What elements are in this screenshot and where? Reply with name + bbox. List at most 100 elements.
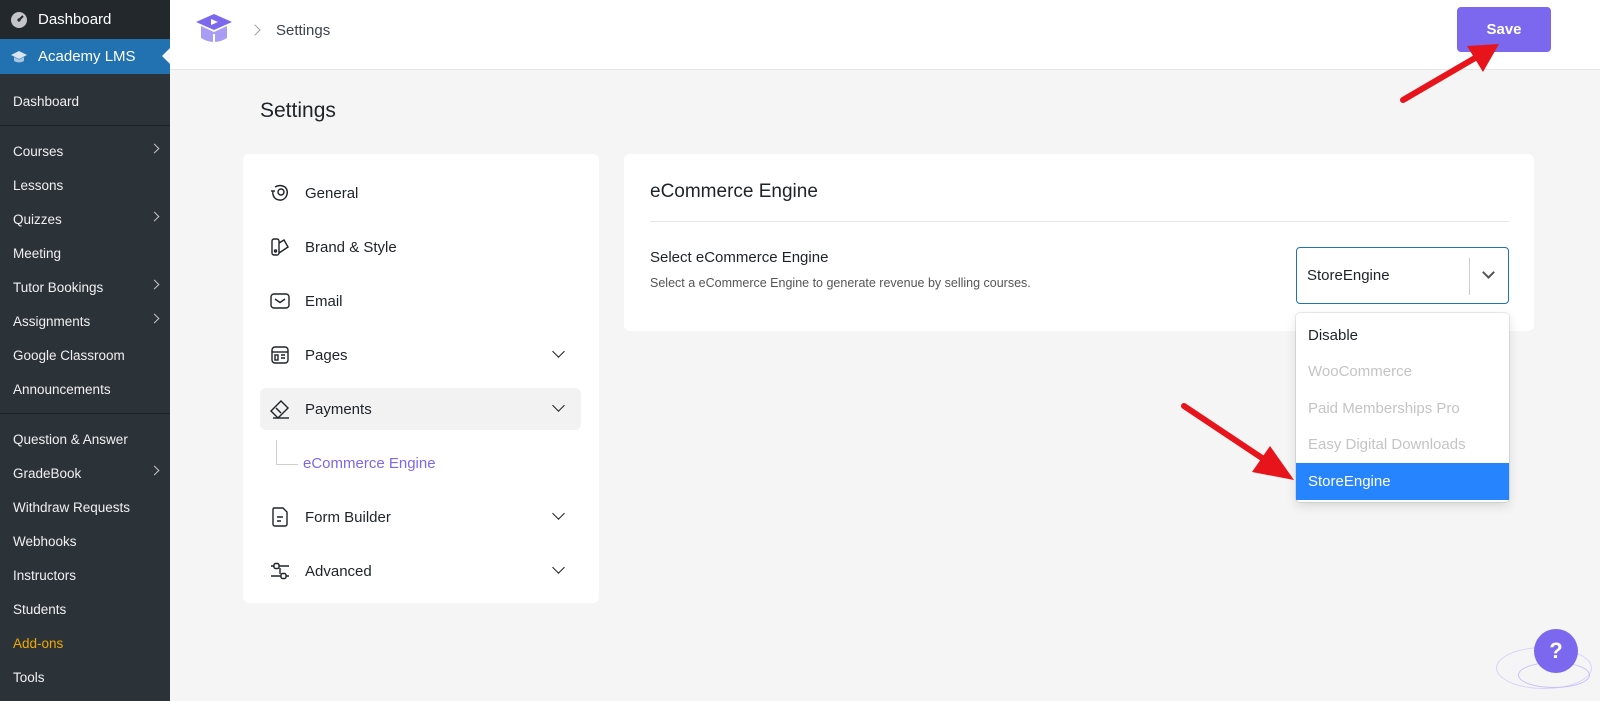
wp-submenu-label: Tools [13, 669, 45, 685]
settings-nav-email[interactable]: Email [260, 280, 581, 322]
chevron-down-icon [552, 507, 565, 520]
field-description: Select a eCommerce Engine to generate re… [650, 276, 1031, 290]
wp-submenu-label: Instructors [13, 567, 77, 583]
wp-submenu-label: Add-ons [13, 635, 64, 651]
wp-submenu-item-webhooks[interactable]: Webhooks [0, 524, 170, 558]
wp-submenu-item-tutor-bookings[interactable]: Tutor Bookings [0, 270, 170, 304]
wp-submenu-label: Withdraw Requests [13, 499, 131, 515]
select-separator [1469, 258, 1470, 295]
wp-submenu-item-gradebook[interactable]: GradeBook [0, 456, 170, 490]
wp-submenu-item-assignments[interactable]: Assignments [0, 304, 170, 338]
wp-submenu-label: Question & Answer [13, 431, 128, 447]
chevron-down-icon[interactable] [1482, 266, 1495, 279]
card-divider [650, 221, 1509, 222]
wp-submenu-label: Meeting [13, 245, 62, 261]
help-button[interactable]: ? [1534, 629, 1578, 673]
settings-nav-label: Email [305, 292, 343, 310]
chevron-right-icon [149, 313, 160, 324]
wp-submenu-item-quizzes[interactable]: Quizzes [0, 202, 170, 236]
wp-submenu-label: Quizzes [13, 211, 62, 227]
settings-nav-general[interactable]: General [260, 172, 581, 214]
chevron-right-icon [149, 465, 160, 476]
settings-nav-label: Advanced [305, 562, 372, 580]
form-builder-icon [269, 506, 291, 528]
wp-submenu-item-add-ons[interactable]: Add-ons [0, 626, 170, 660]
chevron-down-icon [552, 345, 565, 358]
settings-nav-brand-style[interactable]: Brand & Style [260, 226, 581, 268]
page-title: Settings [260, 99, 336, 122]
settings-nav-advanced[interactable]: Advanced [260, 550, 581, 592]
settings-nav-label: Pages [305, 346, 348, 364]
top-header: Settings Save [170, 0, 1600, 70]
option-disable[interactable]: Disable [1296, 317, 1509, 354]
ecommerce-engine-select[interactable]: StoreEngine [1296, 247, 1509, 304]
breadcrumb-current: Settings [276, 22, 331, 39]
general-icon [269, 182, 291, 204]
select-value: StoreEngine [1307, 267, 1390, 284]
wp-submenu-item-lessons[interactable]: Lessons [0, 168, 170, 202]
academy-logo-icon[interactable] [194, 12, 234, 48]
settings-nav-label: Brand & Style [305, 238, 397, 256]
wp-menu-dashboard[interactable]: Dashboard [0, 0, 170, 39]
field-label: Select eCommerce Engine [650, 249, 829, 266]
dashboard-gauge-icon [10, 11, 28, 29]
advanced-icon [269, 560, 291, 582]
wp-submenu-item-courses[interactable]: Courses [0, 134, 170, 168]
wp-submenu-label: Google Classroom [13, 347, 125, 363]
wp-submenu-label: Tutor Bookings [13, 279, 104, 295]
option-woocommerce: WooCommerce [1308, 363, 1412, 381]
wp-submenu-item-students[interactable]: Students [0, 592, 170, 626]
option-easy-digital-downloads: Easy Digital Downloads [1308, 436, 1466, 454]
settings-nav-card: General Brand & Style Email Pages Paymen… [243, 154, 599, 603]
breadcrumb-chevron-icon [249, 24, 261, 36]
payments-icon [269, 398, 291, 420]
chevron-down-icon [552, 399, 565, 412]
annotation-arrow-icon [1181, 403, 1294, 480]
wp-admin-sidebar: Dashboard Academy LMS Dashboard Courses … [0, 0, 170, 701]
ecommerce-engine-dropdown: Disable WooCommerce Paid Memberships Pro… [1296, 313, 1509, 502]
wp-submenu-separator [0, 125, 170, 126]
wp-submenu-item-question-answer[interactable]: Question & Answer [0, 422, 170, 456]
wp-menu-academy-lms-label: Academy LMS [38, 48, 136, 65]
email-icon [269, 290, 291, 312]
settings-nav-label: Payments [305, 400, 372, 418]
wp-menu-academy-lms[interactable]: Academy LMS [0, 39, 170, 74]
settings-nav-ecommerce-engine[interactable]: eCommerce Engine [303, 455, 436, 472]
wp-submenu-label: Students [13, 601, 67, 617]
wp-submenu-item-instructors[interactable]: Instructors [0, 558, 170, 592]
wp-submenu-item-dashboard[interactable]: Dashboard [0, 84, 170, 118]
wp-submenu: Dashboard Courses Lessons Quizzes Meetin… [0, 74, 170, 701]
wp-submenu-label: Webhooks [13, 533, 77, 549]
chevron-right-icon [149, 143, 160, 154]
chevron-down-icon [552, 561, 565, 574]
wp-submenu-item-google-classroom[interactable]: Google Classroom [0, 338, 170, 372]
settings-nav-payments[interactable]: Payments [260, 388, 581, 430]
option-paid-memberships-pro: Paid Memberships Pro [1308, 399, 1460, 417]
wp-submenu-item-withdraw-requests[interactable]: Withdraw Requests [0, 490, 170, 524]
wp-submenu-label: GradeBook [13, 465, 82, 481]
wp-submenu-label: Assignments [13, 313, 91, 329]
wp-submenu-item-meeting[interactable]: Meeting [0, 236, 170, 270]
annotation-arrow-icon [1400, 44, 1499, 103]
tree-connector-line [276, 440, 298, 465]
option-storeengine[interactable]: StoreEngine [1296, 463, 1509, 500]
wp-submenu-item-announcements[interactable]: Announcements [0, 372, 170, 406]
settings-nav-label: Form Builder [305, 508, 391, 526]
wp-submenu-separator [0, 413, 170, 414]
wp-submenu-item-tools[interactable]: Tools [0, 660, 170, 694]
chevron-right-icon [149, 279, 160, 290]
settings-nav-form-builder[interactable]: Form Builder [260, 496, 581, 538]
wp-menu-dashboard-label: Dashboard [38, 11, 112, 28]
chevron-right-icon [149, 211, 160, 222]
brand-style-icon [269, 236, 291, 258]
ecommerce-engine-card: eCommerce Engine Select eCommerce Engine… [624, 154, 1534, 331]
pages-icon [269, 344, 291, 366]
wp-submenu-label: Announcements [13, 381, 111, 397]
wp-submenu-label: Courses [13, 143, 64, 159]
card-title: eCommerce Engine [650, 181, 818, 202]
wp-submenu-label: Dashboard [13, 93, 80, 109]
settings-nav-label: General [305, 184, 359, 202]
wp-submenu-label: Lessons [13, 177, 64, 193]
academy-cap-icon [10, 48, 28, 66]
settings-nav-pages[interactable]: Pages [260, 334, 581, 376]
